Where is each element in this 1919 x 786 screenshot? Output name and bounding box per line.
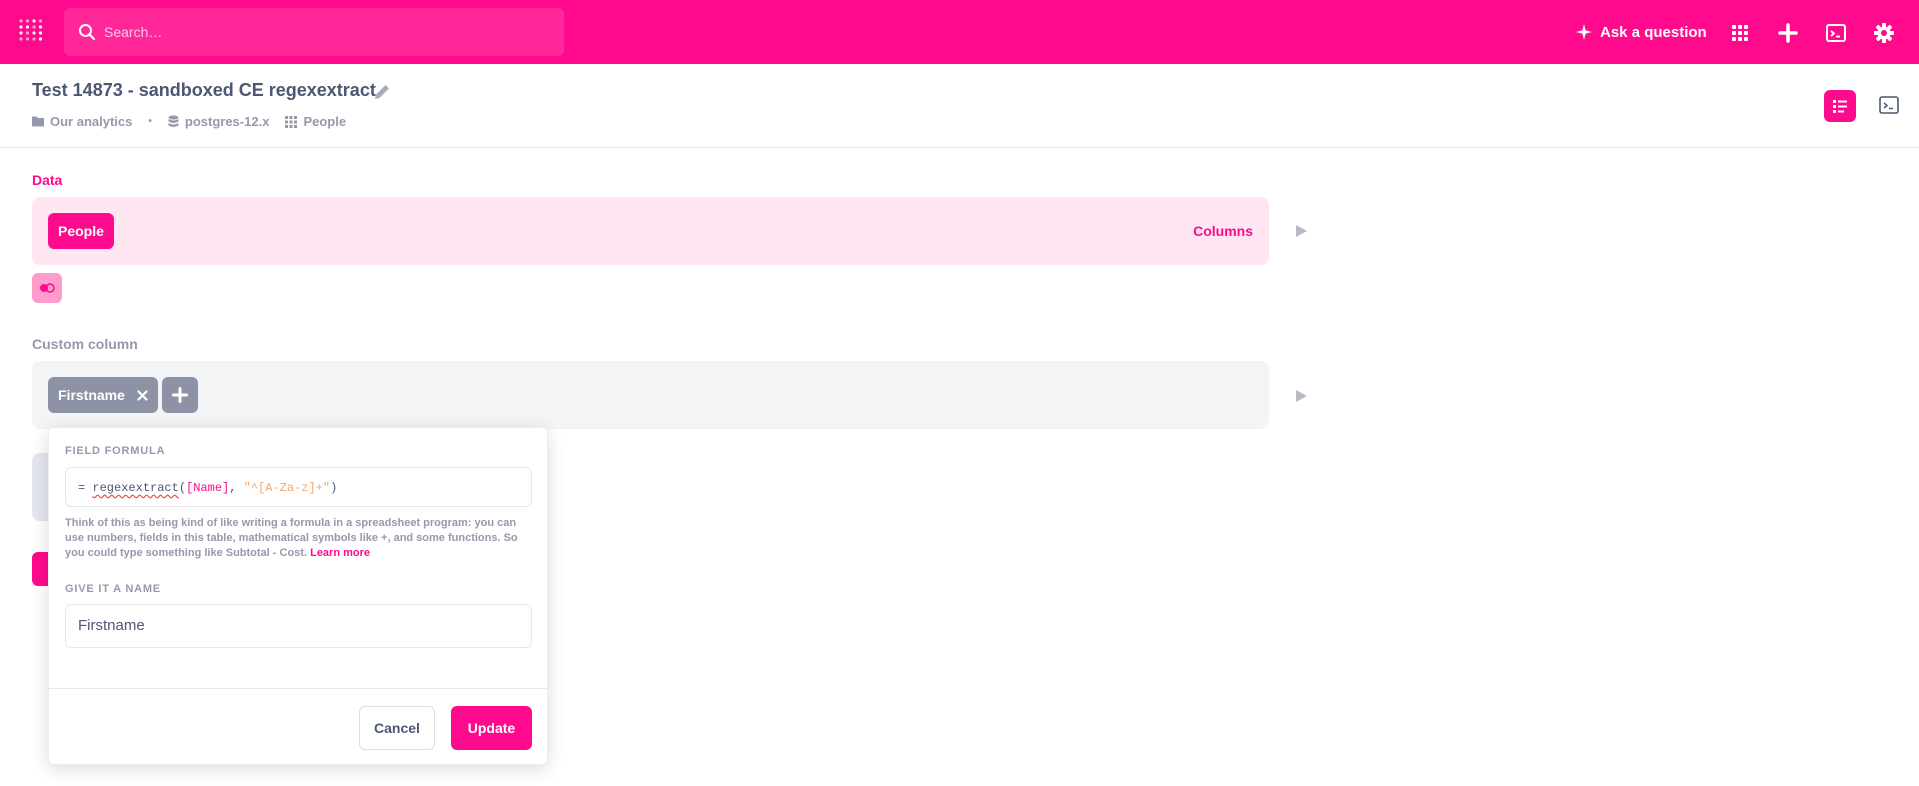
- grid-icon[interactable]: [1729, 22, 1751, 44]
- custom-column-popover: FIELD FORMULA = regexextract([Name], "^[…: [48, 427, 548, 765]
- breadcrumb: Our analytics • postgres-12.x People: [32, 114, 346, 129]
- formula-prefix: =: [78, 481, 93, 495]
- breadcrumb-database-label: postgres-12.x: [184, 114, 270, 129]
- join-toggle-button[interactable]: [32, 273, 62, 303]
- join-icon: [40, 283, 55, 293]
- data-step: People Columns: [32, 197, 1269, 265]
- plus-icon: [172, 387, 188, 403]
- learn-more-link[interactable]: Learn more: [310, 547, 370, 559]
- preview-play-icon[interactable]: [1294, 224, 1308, 238]
- breadcrumb-collection-label: Our analytics: [50, 114, 133, 129]
- column-name-input[interactable]: Firstname: [65, 604, 532, 648]
- formula-field: [Name]: [186, 481, 230, 495]
- formula-paren: (: [178, 481, 187, 495]
- top-navbar: Search… Ask a question: [0, 0, 1919, 64]
- pencil-icon[interactable]: [372, 82, 392, 102]
- cancel-button[interactable]: Cancel: [359, 706, 435, 750]
- columns-link[interactable]: Columns: [1193, 223, 1253, 239]
- search-bar[interactable]: Search…: [64, 8, 564, 56]
- data-step-label: Data: [32, 172, 63, 188]
- popover-divider: [49, 688, 547, 689]
- add-custom-column-button[interactable]: [162, 377, 198, 413]
- field-formula-label: FIELD FORMULA: [65, 445, 166, 457]
- custom-column-pill[interactable]: Firstname: [48, 377, 158, 413]
- formula-help-body: Think of this as being kind of like writ…: [65, 517, 518, 559]
- ask-question-label: Ask a question: [1600, 23, 1707, 41]
- search-icon: [79, 24, 95, 40]
- breadcrumb-separator: •: [148, 116, 152, 127]
- custom-column-pill-label: Firstname: [58, 387, 125, 403]
- notebook-editor-button[interactable]: [1824, 90, 1856, 122]
- database-icon: [168, 115, 179, 127]
- formula-input[interactable]: = regexextract([Name], "^[A-Za-z]+"): [65, 467, 532, 507]
- folder-icon: [32, 116, 44, 127]
- breadcrumb-collection[interactable]: Our analytics: [32, 114, 132, 129]
- gear-icon[interactable]: [1873, 22, 1895, 44]
- custom-column-step-label: Custom column: [32, 336, 138, 352]
- notebook-icon: [1833, 100, 1847, 113]
- sql-editor-icon[interactable]: [1825, 22, 1847, 44]
- custom-column-step: Firstname: [32, 361, 1269, 429]
- formula-paren: ): [330, 481, 338, 495]
- question-header: Test 14873 - sandboxed CE regexextract O…: [0, 64, 1919, 148]
- name-label: GIVE IT A NAME: [65, 583, 161, 595]
- metabase-logo-icon[interactable]: [18, 18, 46, 42]
- formula-function: regexextract: [92, 481, 179, 495]
- ask-question-button[interactable]: Ask a question: [1576, 22, 1707, 42]
- breadcrumb-table[interactable]: People: [285, 114, 346, 129]
- sql-preview-icon[interactable]: [1878, 94, 1900, 116]
- data-source-pill[interactable]: People: [48, 213, 114, 249]
- question-title[interactable]: Test 14873 - sandboxed CE regexextract: [32, 80, 376, 101]
- update-button[interactable]: Update: [451, 706, 532, 750]
- formula-string: "^[A-Za-z]+": [243, 481, 331, 495]
- search-placeholder: Search…: [104, 24, 163, 40]
- formula-comma: ,: [229, 481, 244, 495]
- table-grid-icon: [285, 115, 298, 128]
- formula-help-text: Think of this as being kind of like writ…: [65, 516, 535, 561]
- breadcrumb-database[interactable]: postgres-12.x: [168, 114, 270, 129]
- preview-play-icon[interactable]: [1294, 389, 1308, 403]
- breadcrumb-table-label: People: [303, 114, 347, 129]
- close-icon[interactable]: [137, 389, 148, 401]
- plus-icon[interactable]: [1777, 22, 1799, 44]
- sparkle-icon: [1576, 24, 1592, 40]
